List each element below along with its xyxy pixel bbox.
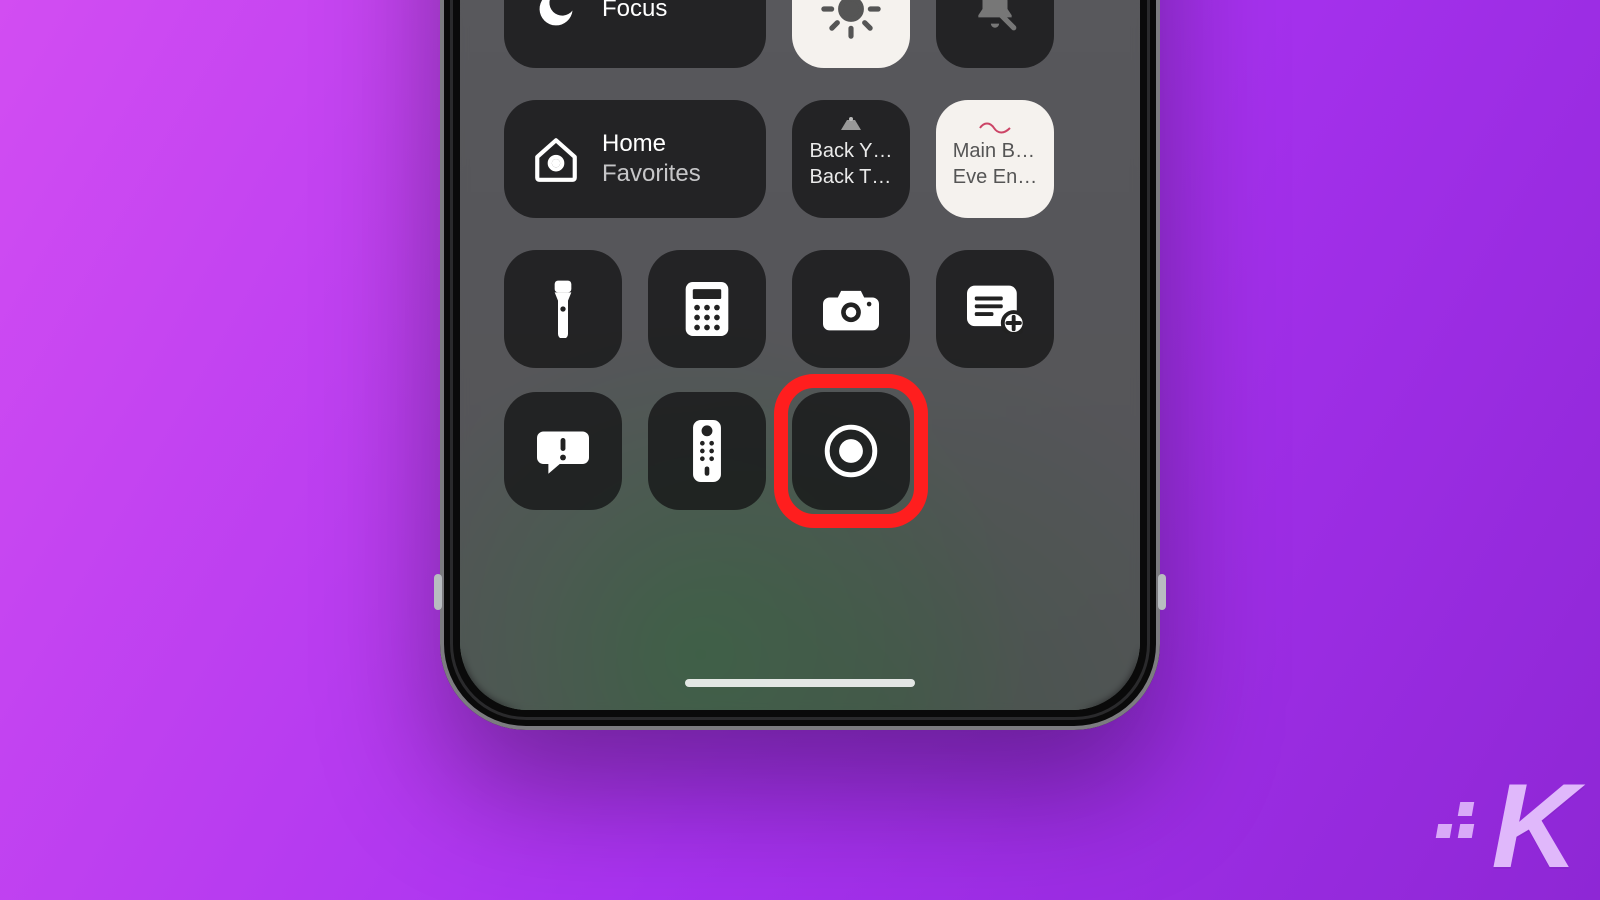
accessory-glyph-icon [978, 116, 1012, 134]
phone-screen: Focus [460, 0, 1140, 710]
flashlight-icon [535, 281, 591, 337]
focus-tile[interactable]: Focus [504, 0, 766, 68]
accessory-glyph-icon [837, 116, 865, 134]
phone-frame: Focus [440, 0, 1160, 730]
speech-alert-icon [535, 423, 591, 479]
focus-label: Focus [602, 0, 667, 23]
accessory-b-line1: Main B… [953, 139, 1035, 163]
screen-recording-icon [823, 423, 879, 479]
control-center: Focus [460, 0, 1140, 710]
bell-slash-icon [967, 0, 1023, 37]
home-icon [528, 131, 584, 187]
phone-side-button-left [434, 574, 442, 610]
calculator-icon [679, 281, 735, 337]
home-subtitle: Favorites [602, 160, 701, 188]
brightness-icon [816, 0, 886, 44]
quick-note-icon [967, 281, 1023, 337]
remote-tile[interactable] [648, 392, 766, 510]
accessory-tile-mainbed[interactable]: Main B… Eve En… [936, 100, 1054, 218]
brightness-tile[interactable] [792, 0, 910, 68]
camera-tile[interactable] [792, 250, 910, 368]
home-title: Home [602, 130, 701, 158]
phone-side-button-right [1158, 574, 1166, 610]
accessory-a-line2: Back T… [810, 165, 892, 189]
accessory-a-line1: Back Y… [810, 139, 893, 163]
watermark-letter: K [1491, 778, 1572, 874]
hero-stage: Focus [0, 0, 1600, 900]
camera-icon [823, 281, 879, 337]
home-tile[interactable]: Home Favorites [504, 100, 766, 218]
tv-remote-icon [679, 423, 735, 479]
accessory-tile-backyard[interactable]: Back Y… Back T… [792, 100, 910, 218]
accessory-b-line2: Eve En… [953, 165, 1037, 189]
moon-icon [528, 0, 584, 37]
screen-recording-tile[interactable] [792, 392, 910, 510]
watermark: K [1437, 778, 1572, 874]
home-indicator[interactable] [685, 679, 915, 687]
mute-tile[interactable] [936, 0, 1054, 68]
quick-note-tile[interactable] [936, 250, 1054, 368]
flashlight-tile[interactable] [504, 250, 622, 368]
announce-tile[interactable] [504, 392, 622, 510]
calculator-tile[interactable] [648, 250, 766, 368]
